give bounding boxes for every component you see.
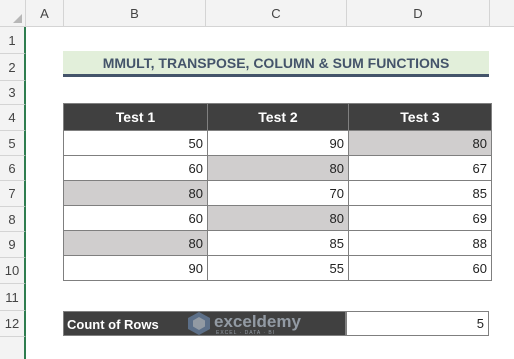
- watermark-name: exceldemy: [214, 312, 301, 331]
- table-cell[interactable]: 90: [207, 130, 349, 156]
- table-cell[interactable]: 60: [348, 255, 492, 281]
- table-cell[interactable]: 67: [348, 155, 492, 181]
- table-cell[interactable]: 60: [63, 155, 208, 181]
- table-row: 60 80 67: [63, 155, 492, 181]
- table-cell[interactable]: 90: [63, 255, 208, 281]
- row-header-13[interactable]: [0, 337, 26, 359]
- table-cell[interactable]: 80: [348, 130, 492, 156]
- header-test-2[interactable]: Test 2: [207, 103, 349, 131]
- table-cell[interactable]: 69: [348, 205, 492, 231]
- table-cell[interactable]: 85: [348, 180, 492, 206]
- select-all-icon: [13, 14, 22, 23]
- row-header-10[interactable]: 10: [0, 258, 26, 284]
- table-cell[interactable]: 50: [63, 130, 208, 156]
- table-row: 80 85 88: [63, 230, 492, 256]
- count-of-rows-value[interactable]: 5: [346, 311, 489, 336]
- table-cell[interactable]: 88: [348, 230, 492, 256]
- exceldemy-watermark: exceldemy EXCEL · DATA · BI: [186, 311, 301, 336]
- row-header-12[interactable]: 12: [0, 311, 26, 337]
- exceldemy-logo-icon: [188, 312, 210, 335]
- header-test-3[interactable]: Test 3: [348, 103, 492, 131]
- table-cell[interactable]: 55: [207, 255, 349, 281]
- sheet-title[interactable]: MMULT, TRANSPOSE, COLUMN & SUM FUNCTIONS: [63, 51, 489, 77]
- column-header-c[interactable]: C: [206, 0, 347, 27]
- column-header-b[interactable]: B: [64, 0, 206, 27]
- table-cell[interactable]: 85: [207, 230, 349, 256]
- table-cell[interactable]: 80: [207, 205, 349, 231]
- row-header-2[interactable]: 2: [0, 54, 26, 81]
- table-cell[interactable]: 80: [63, 230, 208, 256]
- row-header-5[interactable]: 5: [0, 131, 26, 156]
- table-cell[interactable]: 70: [207, 180, 349, 206]
- select-all-button[interactable]: [0, 0, 26, 27]
- data-table: Test 1 Test 2 Test 3 50 90 80 60 80 67 8…: [63, 103, 492, 281]
- table-cell[interactable]: 80: [207, 155, 349, 181]
- row-header-11[interactable]: 11: [0, 284, 26, 311]
- watermark-tagline: EXCEL · DATA · BI: [216, 330, 276, 336]
- table-row: 50 90 80: [63, 130, 492, 156]
- table-row: 80 70 85: [63, 180, 492, 206]
- table-row: 60 80 69: [63, 205, 492, 231]
- table-row: 90 55 60: [63, 255, 492, 281]
- column-header-e[interactable]: [490, 0, 514, 27]
- table-cell[interactable]: 60: [63, 205, 208, 231]
- row-header-8[interactable]: 8: [0, 207, 26, 232]
- column-header-a[interactable]: A: [26, 0, 64, 27]
- table-cell[interactable]: 80: [63, 180, 208, 206]
- spreadsheet: A B C D 1 2 3 4 5 6 7 8 9 10 11 12 MMULT…: [0, 0, 514, 359]
- row-header-9[interactable]: 9: [0, 232, 26, 258]
- row-header-3[interactable]: 3: [0, 81, 26, 105]
- row-header-1[interactable]: 1: [0, 27, 26, 54]
- row-header-4[interactable]: 4: [0, 105, 26, 131]
- row-header-6[interactable]: 6: [0, 156, 26, 181]
- column-header-d[interactable]: D: [347, 0, 490, 27]
- header-test-1[interactable]: Test 1: [63, 103, 208, 131]
- row-header-7[interactable]: 7: [0, 181, 26, 207]
